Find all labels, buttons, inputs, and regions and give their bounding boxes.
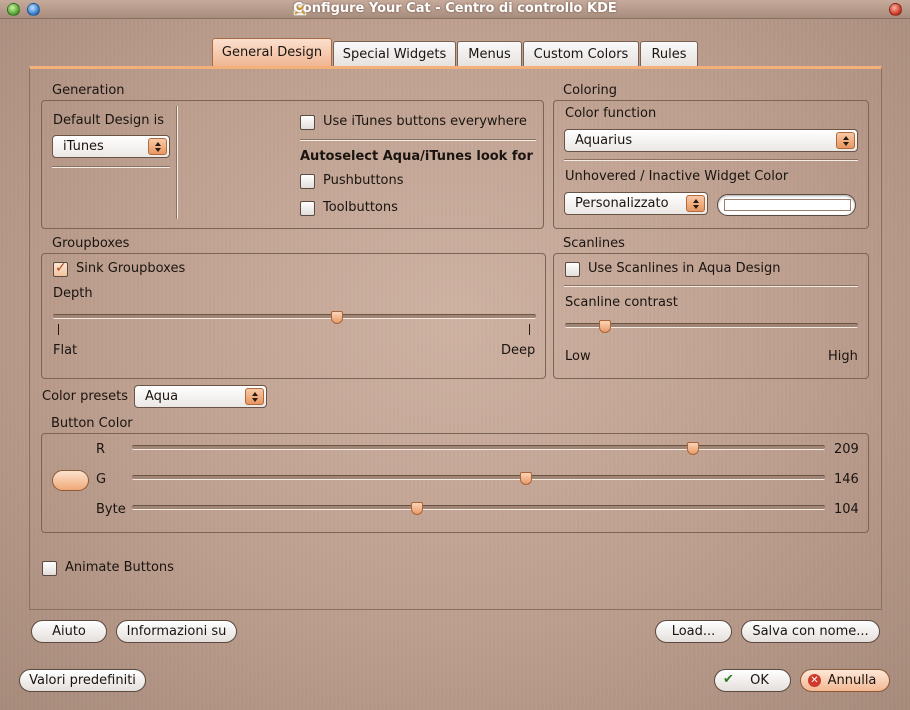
channel-r-track[interactable] [132, 445, 825, 450]
combo-arrow-icon [836, 132, 855, 149]
color-presets-label: Color presets [42, 389, 129, 404]
color-function-label: Color function [565, 106, 657, 121]
generation-title: Generation [52, 83, 125, 98]
use-scanlines-label: Use Scanlines in Aqua Design [588, 261, 781, 276]
scanline-contrast-label: Scanline contrast [565, 295, 678, 310]
cancel-icon: ✕ [808, 674, 821, 687]
depth-slider-handle[interactable] [330, 311, 343, 324]
channel-b-handle[interactable] [411, 502, 424, 515]
button-color-title: Button Color [51, 416, 133, 431]
load-button[interactable]: Load... [655, 620, 732, 643]
defaults-button[interactable]: Valori predefiniti [19, 669, 146, 692]
separator [564, 159, 858, 161]
channel-b-track[interactable] [132, 505, 825, 510]
cancel-button[interactable]: ✕ Annulla [800, 669, 890, 692]
toolbuttons-checkbox[interactable] [300, 201, 315, 216]
depth-min-label: Flat [53, 343, 78, 358]
channel-r-label: R [96, 442, 106, 457]
slider-tick [58, 324, 59, 335]
channel-b-label: Byte [96, 502, 126, 517]
itunes-everywhere-label: Use iTunes buttons everywhere [323, 114, 527, 129]
combo-value: Personalizzato [575, 196, 669, 211]
tab-label: Special Widgets [342, 47, 447, 62]
tab-label: General Design [221, 45, 323, 60]
cancel-label: Annulla [827, 673, 877, 688]
depth-label: Depth [53, 286, 93, 301]
channel-r-value: 209 [834, 442, 859, 457]
vertical-separator [176, 106, 178, 219]
slider-tick [529, 324, 530, 335]
combo-arrow-icon [686, 195, 705, 212]
channel-g-label: G [96, 472, 107, 487]
combo-value: Aqua [145, 389, 179, 404]
groupboxes-title: Groupboxes [52, 236, 130, 251]
color-swatch [724, 199, 851, 211]
unhovered-color-label: Unhovered / Inactive Widget Color [565, 169, 789, 184]
checkmark-icon: ✓ [55, 260, 67, 276]
combo-arrow-icon [148, 138, 167, 155]
ok-button[interactable]: ✔ OK [714, 669, 791, 692]
combo-arrow-icon [245, 388, 264, 405]
channel-g-handle[interactable] [520, 472, 533, 485]
itunes-everywhere-checkbox[interactable] [300, 115, 315, 130]
animate-buttons-label: Animate Buttons [65, 560, 174, 575]
color-picker-field[interactable] [717, 194, 856, 216]
use-scanlines-checkbox[interactable] [565, 262, 580, 277]
ok-label: OK [750, 673, 769, 688]
color-presets-combo[interactable]: Aqua [134, 385, 267, 408]
separator [564, 285, 858, 287]
channel-g-value: 146 [834, 472, 859, 487]
sink-groupboxes-label: Sink Groupboxes [76, 261, 186, 276]
check-icon: ✔ [723, 672, 734, 687]
separator [52, 166, 170, 168]
channel-g-track[interactable] [132, 475, 825, 480]
channel-b-value: 104 [834, 502, 859, 517]
contrast-max-label: High [828, 349, 858, 364]
button-color-preview-button[interactable] [52, 470, 89, 491]
contrast-min-label: Low [565, 349, 591, 364]
tab-label: Menus [468, 47, 511, 62]
autoselect-heading: Autoselect Aqua/iTunes look for [300, 149, 533, 164]
pushbuttons-label: Pushbuttons [323, 173, 404, 188]
channel-r-handle[interactable] [687, 442, 699, 455]
coloring-title: Coloring [563, 83, 618, 98]
tab-custom-colors[interactable]: Custom Colors [523, 41, 639, 66]
unhovered-color-combo[interactable]: Personalizzato [564, 192, 708, 215]
default-design-combo[interactable]: iTunes [52, 135, 170, 158]
depth-slider-track[interactable] [53, 314, 536, 319]
sink-groupboxes-checkbox[interactable]: ✓ [53, 260, 68, 277]
tab-general-design[interactable]: General Design [212, 38, 332, 67]
combo-value: Aquarius [575, 133, 633, 148]
depth-max-label: Deep [501, 343, 536, 358]
animate-buttons-checkbox[interactable] [42, 561, 57, 576]
tab-label: Rules [651, 47, 687, 62]
combo-value: iTunes [63, 139, 104, 154]
help-button[interactable]: Aiuto [31, 620, 107, 643]
toolbuttons-label: Toolbuttons [323, 200, 398, 215]
tab-label: Custom Colors [533, 47, 629, 62]
tab-special-widgets[interactable]: Special Widgets [333, 41, 456, 66]
window-title: Configure Your Cat - Centro di controllo… [293, 1, 617, 16]
about-button[interactable]: Informazioni su [116, 620, 237, 643]
default-design-label: Default Design is [53, 113, 165, 128]
separator [300, 139, 536, 141]
save-as-button[interactable]: Salva con nome... [741, 620, 880, 643]
pushbuttons-checkbox[interactable] [300, 174, 315, 189]
color-function-combo[interactable]: Aquarius [564, 129, 858, 152]
tab-rules[interactable]: Rules [640, 41, 698, 66]
scanlines-title: Scanlines [563, 236, 625, 251]
scanline-contrast-handle[interactable] [598, 320, 611, 333]
tab-menus[interactable]: Menus [457, 41, 522, 66]
